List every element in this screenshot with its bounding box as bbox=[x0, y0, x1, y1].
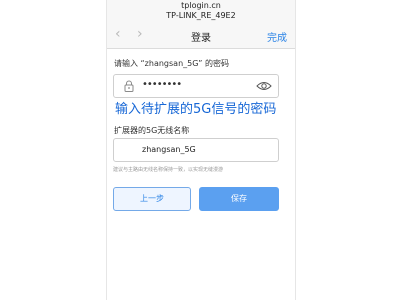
phone-screen: tplogin.cn TP-LINK_RE_49E2 ‹ › 登录 完成 请输入… bbox=[106, 0, 296, 300]
save-button[interactable]: 保存 bbox=[199, 187, 279, 211]
done-button[interactable]: 完成 bbox=[267, 29, 287, 44]
password-field[interactable]: •••••••• bbox=[113, 74, 279, 98]
ssid-label: 扩展器的5G无线名称 bbox=[114, 126, 190, 135]
wifi-ssid: TP-LINK_RE_49E2 bbox=[166, 11, 236, 20]
ssid-input[interactable]: zhangsan_5G bbox=[113, 138, 279, 162]
lock-icon bbox=[124, 80, 134, 92]
ssid-value: zhangsan_5G bbox=[142, 145, 196, 154]
previous-step-button[interactable]: 上一步 bbox=[113, 187, 191, 211]
nav-bar: ‹ › 登录 完成 bbox=[107, 22, 295, 49]
password-value: •••••••• bbox=[142, 79, 182, 90]
status-bar: tplogin.cn TP-LINK_RE_49E2 bbox=[107, 0, 295, 22]
annotation-text: 输入待扩展的5G信号的密码 bbox=[115, 102, 277, 117]
password-prompt: 请输入 “zhangsan_5G” 的密码 bbox=[114, 59, 229, 68]
url-domain: tplogin.cn bbox=[181, 1, 221, 10]
eye-icon[interactable] bbox=[256, 80, 272, 92]
roaming-hint: 建议与主路由无线名称保持一致，以实现无缝漫游 bbox=[113, 167, 224, 173]
